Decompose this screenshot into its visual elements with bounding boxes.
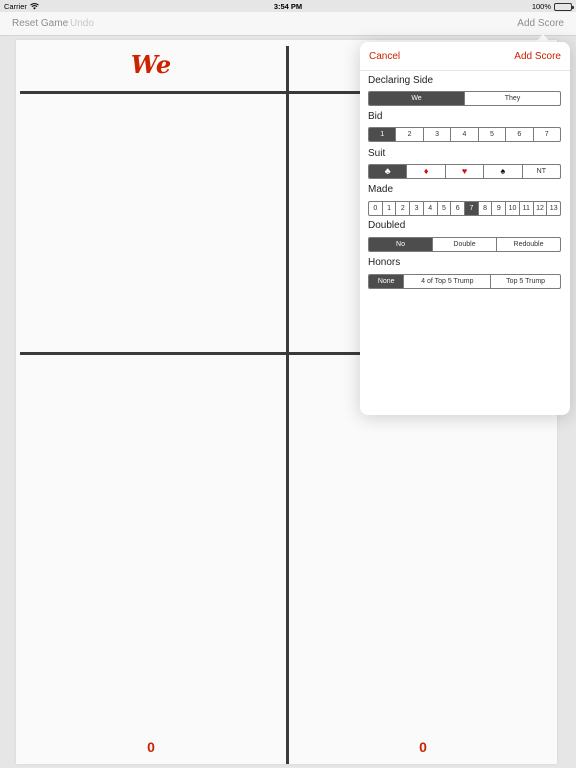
bid-segment[interactable]: 3 bbox=[422, 128, 450, 141]
bid-segment[interactable]: 1 bbox=[369, 128, 396, 141]
battery-group: 100% bbox=[531, 2, 574, 11]
honors-label: Honors bbox=[368, 257, 401, 268]
honors-control: None 4 of Top 5 Trump Top 5 Trump bbox=[368, 274, 561, 289]
made-segment[interactable]: 13 bbox=[546, 202, 560, 215]
honors-segment[interactable]: None bbox=[369, 275, 404, 288]
made-segment[interactable]: 8 bbox=[477, 202, 492, 215]
nav-bar: Reset Game Undo Add Score bbox=[0, 12, 576, 36]
battery-icon bbox=[554, 2, 574, 11]
bid-segment[interactable]: 7 bbox=[532, 128, 560, 141]
popover-arrow bbox=[536, 34, 550, 42]
doubled-segment[interactable]: Double bbox=[432, 238, 496, 251]
declaring-side-label: Declaring Side bbox=[368, 75, 434, 86]
status-time: 3:54 PM bbox=[273, 2, 303, 11]
made-segment[interactable]: 7 bbox=[464, 202, 478, 215]
they-total: 0 bbox=[419, 739, 427, 755]
declaring-side-segment[interactable]: They bbox=[464, 92, 560, 105]
doubled-control: No Double Redouble bbox=[368, 237, 561, 252]
popover-add-score-button[interactable]: Add Score bbox=[514, 51, 561, 62]
suit-segment-heart[interactable]: ♥ bbox=[444, 165, 483, 178]
suit-segment-club[interactable]: ♣ bbox=[369, 165, 407, 178]
bid-label: Bid bbox=[368, 111, 383, 122]
made-segment[interactable]: 4 bbox=[422, 202, 437, 215]
suit-segment-nt[interactable]: NT bbox=[521, 165, 560, 178]
made-segment[interactable]: 11 bbox=[518, 202, 533, 215]
popover-header: Cancel Add Score bbox=[360, 42, 570, 71]
declaring-side-segment[interactable]: We bbox=[369, 92, 464, 105]
bid-segment[interactable]: 4 bbox=[450, 128, 477, 141]
bid-segment[interactable]: 2 bbox=[395, 128, 422, 141]
declaring-side-control: We They bbox=[368, 91, 561, 106]
suit-control: ♣ ♦ ♥ ♠ NT bbox=[368, 164, 561, 179]
made-segment[interactable]: 9 bbox=[491, 202, 505, 215]
add-score-button[interactable]: Add Score bbox=[517, 18, 564, 29]
we-total: 0 bbox=[147, 739, 155, 755]
suit-segment-diamond[interactable]: ♦ bbox=[406, 165, 444, 178]
diamond-icon: ♦ bbox=[423, 166, 429, 176]
bid-segment[interactable]: 6 bbox=[505, 128, 532, 141]
undo-button[interactable]: Undo bbox=[70, 18, 94, 29]
column-divider bbox=[286, 46, 289, 764]
we-title: We bbox=[130, 50, 172, 79]
made-segment[interactable]: 6 bbox=[450, 202, 464, 215]
honors-segment[interactable]: Top 5 Trump bbox=[490, 275, 560, 288]
bid-control: 1234567 bbox=[368, 127, 561, 142]
spade-icon: ♠ bbox=[500, 166, 506, 176]
doubled-segment[interactable]: No bbox=[369, 238, 432, 251]
honors-segment[interactable]: 4 of Top 5 Trump bbox=[403, 275, 490, 288]
heart-icon: ♥ bbox=[461, 166, 468, 176]
made-segment[interactable]: 1 bbox=[381, 202, 396, 215]
made-segment[interactable]: 5 bbox=[436, 202, 451, 215]
suit-label: Suit bbox=[368, 148, 386, 159]
made-segment[interactable]: 10 bbox=[505, 202, 519, 215]
made-segment[interactable]: 0 bbox=[369, 202, 382, 215]
doubled-label: Doubled bbox=[368, 220, 406, 231]
battery-percent: 100% bbox=[531, 2, 551, 11]
made-segment[interactable]: 2 bbox=[395, 202, 409, 215]
cancel-button[interactable]: Cancel bbox=[369, 51, 400, 62]
made-segment[interactable]: 12 bbox=[532, 202, 547, 215]
club-icon: ♣ bbox=[384, 166, 391, 176]
status-bar: Carrier 3:54 PM 100% bbox=[0, 0, 576, 12]
add-score-popover: Cancel Add Score Declaring Side We They B… bbox=[360, 42, 570, 415]
suit-segment-spade[interactable]: ♠ bbox=[483, 165, 521, 178]
doubled-segment[interactable]: Redouble bbox=[496, 238, 560, 251]
reset-game-button[interactable]: Reset Game bbox=[12, 18, 68, 29]
made-control: 0 1 2 3 4 5 6 7 8 9 10 11 12 13 bbox=[368, 201, 561, 216]
made-label: Made bbox=[368, 184, 394, 195]
bid-segment[interactable]: 5 bbox=[477, 128, 505, 141]
made-segment[interactable]: 3 bbox=[409, 202, 423, 215]
